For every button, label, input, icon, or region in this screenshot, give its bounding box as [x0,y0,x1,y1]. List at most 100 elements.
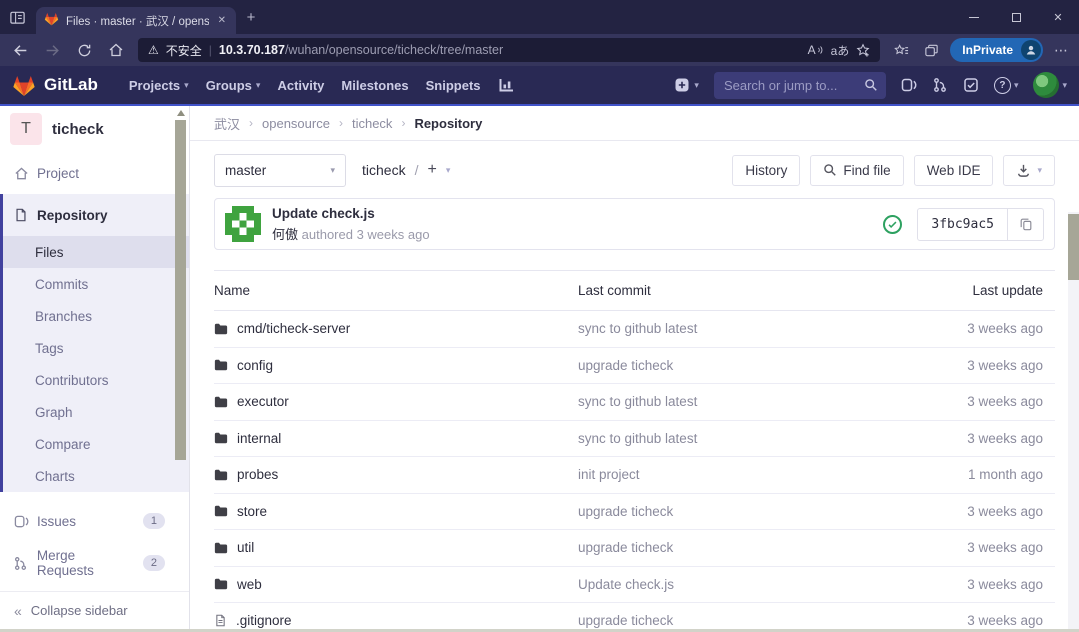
nav-item-activity[interactable]: Activity [277,78,324,93]
web-ide-button[interactable]: Web IDE [914,155,994,186]
inprivate-badge[interactable]: InPrivate [950,38,1043,62]
scrollbar-thumb[interactable] [175,120,186,460]
global-search[interactable] [714,72,886,99]
commit-message-link[interactable]: upgrade ticheck [578,504,673,519]
collapse-sidebar-button[interactable]: « Collapse sidebar [0,591,189,629]
help-menu-button[interactable]: ? ▾ [994,77,1019,94]
file-name-link[interactable]: util [237,540,254,555]
sidebar-item-commits[interactable]: Commits [3,268,189,300]
minimize-button[interactable] [953,0,995,34]
file-name-link[interactable]: store [237,504,267,519]
merge-requests-nav-icon[interactable] [932,77,948,93]
project-header[interactable]: T ticheck [0,106,189,152]
commit-message-link[interactable]: upgrade ticheck [578,613,673,628]
breadcrumb-item[interactable]: ticheck [352,116,392,131]
file-name-link[interactable]: cmd/ticheck-server [237,321,350,336]
breadcrumb-item[interactable]: 武汉 [214,114,240,133]
tab-close-icon[interactable]: ✕ [216,15,228,26]
download-source-button[interactable]: ▾ [1003,155,1055,186]
collections-icon[interactable] [916,43,946,58]
table-row[interactable]: probesinit project1 month ago [214,457,1055,494]
nav-item-snippets[interactable]: Snippets [426,78,481,93]
file-name-link[interactable]: executor [237,394,289,409]
sidebar-item-tags[interactable]: Tags [3,332,189,364]
sidebar-item-issues[interactable]: Issues 1 [0,500,189,542]
file-name-link[interactable]: internal [237,431,281,446]
commit-sha[interactable]: 3fbc9ac5 [918,209,1007,240]
analytics-chart-icon[interactable] [498,77,514,93]
sidebar-item-charts[interactable]: Charts [3,460,189,492]
sidebar-item-merge-requests[interactable]: Merge Requests 2 [0,542,189,584]
find-file-button[interactable]: Find file [810,155,903,186]
user-menu-button[interactable]: ▾ [1033,72,1067,98]
table-row[interactable]: utilupgrade ticheck3 weeks ago [214,530,1055,567]
page-scrollbar[interactable] [1068,212,1079,632]
file-name-link[interactable]: .gitignore [236,613,292,628]
file-name-link[interactable]: config [237,358,273,373]
commit-message-link[interactable]: Update check.js [578,577,674,592]
table-row[interactable]: configupgrade ticheck3 weeks ago [214,348,1055,385]
nav-item-milestones[interactable]: Milestones [341,78,408,93]
add-favorite-icon[interactable] [856,43,870,57]
file-name-link[interactable]: web [237,577,262,592]
sidebar-item-branches[interactable]: Branches [3,300,189,332]
table-row[interactable]: storeupgrade ticheck3 weeks ago [214,494,1055,531]
table-row[interactable]: internalsync to github latest3 weeks ago [214,421,1055,458]
url-bar[interactable]: ⚠ 不安全 | 10.3.70.187/wuhan/opensource/tic… [138,38,880,62]
favorites-icon[interactable] [886,43,916,58]
scroll-up-icon[interactable] [177,110,185,116]
maximize-button[interactable] [995,0,1037,34]
sidebar-item-repository[interactable]: Repository [3,194,189,236]
sidebar-item-compare[interactable]: Compare [3,428,189,460]
folder-icon [214,504,228,518]
commit-title-link[interactable]: Update check.js [272,206,430,221]
sidebar-item-contributors[interactable]: Contributors [3,364,189,396]
project-path-link[interactable]: ticheck [362,162,406,178]
todos-nav-icon[interactable] [963,77,979,93]
commit-message-link[interactable]: init project [578,467,640,482]
refresh-icon[interactable] [68,34,100,66]
commit-message-link[interactable]: sync to github latest [578,321,697,336]
new-menu-button[interactable]: ▾ [674,77,699,93]
commit-message-link[interactable]: upgrade ticheck [578,540,673,555]
chevron-down-icon[interactable]: ▾ [446,165,451,176]
home-icon[interactable] [100,34,132,66]
breadcrumb-item[interactable]: opensource [262,116,330,131]
pipeline-status-icon[interactable] [883,215,902,234]
page-scrollbar-thumb[interactable] [1068,214,1079,280]
nav-item-groups[interactable]: Groups▾ [206,78,261,93]
project-name: ticheck [52,121,104,138]
table-row[interactable]: .gitignoreupgrade ticheck3 weeks ago [214,603,1055,632]
forward-icon[interactable] [36,34,68,66]
back-icon[interactable] [4,34,36,66]
file-name-link[interactable]: probes [237,467,278,482]
copy-commit-sha-button[interactable] [1007,209,1043,240]
read-aloud-icon[interactable]: A [808,43,824,57]
table-row[interactable]: executorsync to github latest3 weeks ago [214,384,1055,421]
commit-message-link[interactable]: sync to github latest [578,394,697,409]
add-file-button[interactable]: + [427,161,436,179]
browser-menu-icon[interactable]: ⋯ [1047,42,1075,59]
sidebar-item-files[interactable]: Files [3,236,189,268]
commit-author-link[interactable]: 何傲 [272,227,298,242]
commit-message-link[interactable]: upgrade ticheck [578,358,673,373]
new-tab-button[interactable]: + [236,9,266,26]
last-update-text: 3 weeks ago [875,321,1055,336]
translate-icon[interactable]: aあ [831,42,850,59]
branch-selector[interactable]: master ▾ [214,154,346,187]
vertical-tabs-icon[interactable] [0,0,34,34]
issues-nav-icon[interactable] [901,77,917,93]
gitlab-logo[interactable]: GitLab [12,73,98,97]
sidebar-item-graph[interactable]: Graph [3,396,189,428]
table-row[interactable]: cmd/ticheck-server sync to github latest 3… [214,311,1055,348]
commit-message-link[interactable]: sync to github latest [578,431,697,446]
sidebar-scrollbar[interactable] [174,106,188,589]
sidebar-item-project[interactable]: Project [0,152,189,194]
browser-tab[interactable]: Files · master · 武汉 / opensourc ✕ [36,7,236,34]
table-row[interactable]: webUpdate check.js3 weeks ago [214,567,1055,604]
history-button[interactable]: History [732,155,800,186]
close-window-button[interactable]: ✕ [1037,0,1079,34]
nav-item-projects[interactable]: Projects▾ [129,78,189,93]
breadcrumb-item[interactable]: Repository [414,116,482,131]
search-input[interactable] [722,77,864,94]
